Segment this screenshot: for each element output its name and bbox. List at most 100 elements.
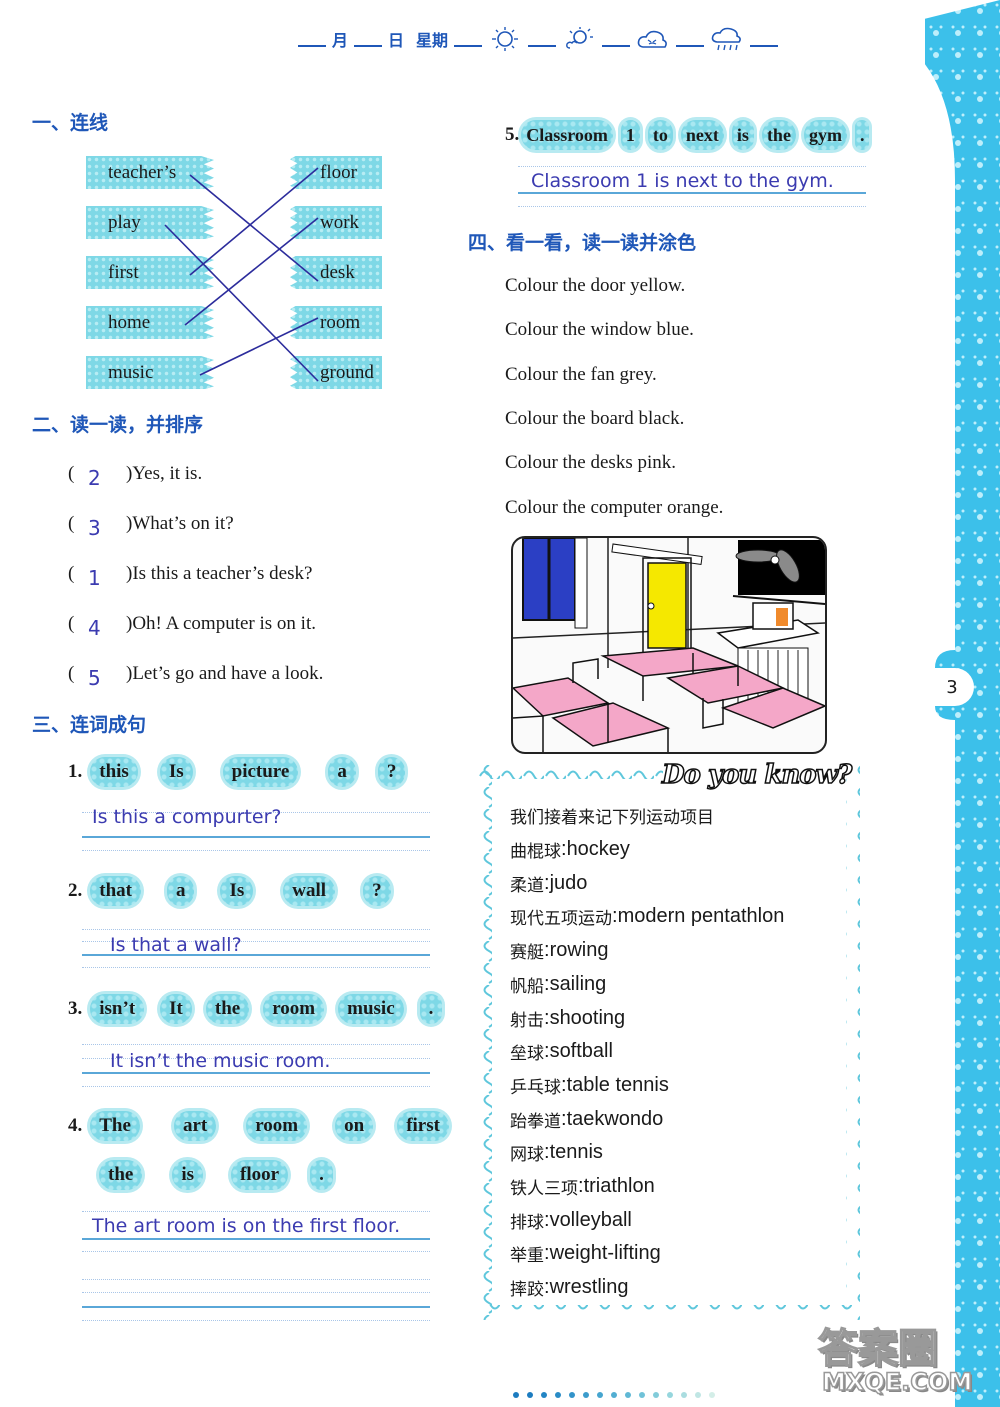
- word-cloud[interactable]: isn’t: [90, 994, 145, 1024]
- order-answer[interactable]: 3: [88, 516, 126, 540]
- word-cloud[interactable]: to: [647, 120, 673, 150]
- word-label: teacher’s: [108, 161, 177, 183]
- open-paren: (: [68, 513, 75, 534]
- english-term: modern pentathlon: [617, 905, 785, 928]
- word-cloud[interactable]: floor: [231, 1160, 289, 1190]
- question-4-words: 4. The art room on first: [68, 1111, 449, 1141]
- order-answer[interactable]: 1: [88, 566, 126, 590]
- word-cloud[interactable]: Classroom: [521, 120, 613, 150]
- weather-blank-1[interactable]: [528, 31, 557, 47]
- writing-line-dotted: [82, 1044, 430, 1045]
- matching-lines: [164, 167, 319, 382]
- match-left-word[interactable]: home: [86, 306, 214, 339]
- order-answer[interactable]: 4: [88, 616, 126, 640]
- word-cloud[interactable]: the: [99, 1160, 143, 1190]
- match-right-word[interactable]: ground: [290, 356, 382, 389]
- word-cloud[interactable]: room: [263, 994, 325, 1024]
- match-left-word[interactable]: first: [86, 256, 214, 289]
- date-weather-header: 月 日 星期: [298, 24, 779, 54]
- question-2-words: 2. that a Is wall ?: [68, 876, 391, 906]
- word-cloud[interactable]: next: [680, 120, 724, 150]
- word-cloud[interactable]: wall: [283, 876, 336, 906]
- match-right-word[interactable]: desk: [290, 256, 382, 289]
- word-cloud[interactable]: art: [173, 1111, 217, 1141]
- ordering-item: (5)Let’s go and have a look.: [68, 660, 323, 690]
- word-cloud[interactable]: the: [761, 120, 796, 150]
- word-cloud[interactable]: picture: [222, 757, 299, 787]
- colour-instruction: Colour the computer orange.: [505, 497, 724, 518]
- word-cloud[interactable]: It: [160, 994, 192, 1024]
- word-cloud[interactable]: first: [397, 1111, 449, 1141]
- answer-text[interactable]: Classroom 1 is next to the gym.: [531, 170, 834, 192]
- colour-instruction: Colour the board black.: [505, 408, 685, 429]
- question-1-words: 1. this Is picture a ?: [68, 757, 406, 787]
- month-blank[interactable]: [298, 31, 326, 47]
- sport-term: 柔道: judo: [510, 871, 587, 896]
- word-cloud[interactable]: this: [90, 757, 138, 787]
- order-answer[interactable]: 2: [88, 466, 126, 490]
- day-blank[interactable]: [354, 31, 383, 47]
- word-cloud[interactable]: on: [335, 1111, 374, 1141]
- writing-line-dotted: [518, 206, 866, 207]
- open-paren: (: [68, 563, 75, 584]
- word-cloud[interactable]: room: [246, 1111, 308, 1141]
- word-label: home: [108, 311, 151, 333]
- word-label: work: [320, 211, 360, 233]
- match-left-word[interactable]: teacher’s: [86, 156, 214, 189]
- watermark-url: MXQE.COM: [821, 1367, 973, 1397]
- order-answer[interactable]: 5: [88, 666, 126, 690]
- word-cloud[interactable]: Is: [159, 757, 193, 787]
- word-cloud[interactable]: The: [90, 1111, 140, 1141]
- sport-term: 跆拳道: taekwondo: [510, 1107, 663, 1132]
- intro-text: 我们接着来记下列运动项目: [510, 808, 714, 828]
- match-left-word[interactable]: play: [86, 206, 214, 239]
- english-term: judo: [549, 871, 588, 894]
- word-cloud[interactable]: ?: [363, 876, 391, 906]
- word-cloud[interactable]: music: [338, 994, 404, 1024]
- sport-term: 射击: shooting: [510, 1006, 625, 1031]
- chinese-term: 曲棍球: [510, 842, 561, 862]
- word-cloud[interactable]: ?: [377, 757, 406, 787]
- sport-term: 举重: weight-lifting: [510, 1241, 661, 1266]
- writing-line-solid: [82, 1072, 430, 1074]
- english-term: hockey: [566, 838, 630, 860]
- word-cloud[interactable]: the: [205, 994, 250, 1024]
- answer-text[interactable]: The art room is on the first floor.: [92, 1215, 400, 1237]
- sport-term: 网球: tennis: [510, 1140, 603, 1165]
- word-cloud[interactable]: .: [419, 994, 443, 1024]
- weather-blank-2[interactable]: [602, 31, 631, 47]
- ordering-item: (4)Oh! A computer is on it.: [68, 610, 316, 640]
- english-term: table tennis: [566, 1073, 669, 1096]
- match-right-word[interactable]: work: [290, 206, 382, 239]
- chinese-term: 乒乓球: [510, 1077, 561, 1098]
- match-right-word[interactable]: floor: [290, 156, 382, 189]
- footer-dots: [513, 1392, 715, 1398]
- word-cloud[interactable]: gym: [803, 120, 847, 150]
- chinese-term: 现代五项运动: [510, 909, 612, 930]
- word-cloud[interactable]: .: [310, 1160, 333, 1190]
- word-cloud[interactable]: a: [328, 757, 356, 787]
- word-cloud[interactable]: .: [854, 120, 870, 150]
- match-right-word[interactable]: room: [290, 306, 382, 339]
- match-left-word[interactable]: music: [86, 356, 214, 389]
- word-cloud[interactable]: 1: [620, 120, 640, 150]
- english-term: taekwondo: [566, 1107, 664, 1130]
- section-title-matching: 一、连线: [32, 112, 109, 134]
- answer-text[interactable]: Is that a wall?: [110, 934, 242, 956]
- word-label: floor: [320, 161, 357, 183]
- weather-blank-4[interactable]: [750, 31, 779, 47]
- weather-blank-3[interactable]: [676, 31, 705, 47]
- weekday-label: 星期: [416, 31, 449, 50]
- classroom-picture[interactable]: [511, 536, 827, 754]
- word-cloud[interactable]: is: [731, 120, 754, 150]
- english-term: triathlon: [583, 1175, 655, 1197]
- word-cloud[interactable]: is: [172, 1160, 204, 1190]
- answer-text[interactable]: It isn’t the music room.: [110, 1050, 330, 1072]
- word-cloud[interactable]: a: [166, 876, 195, 906]
- partly-sunny-icon: [566, 27, 594, 49]
- answer-text[interactable]: Is this a compurter?: [92, 806, 281, 828]
- weekday-blank[interactable]: [454, 31, 483, 47]
- word-cloud[interactable]: that: [90, 876, 141, 906]
- know-intro: 我们接着来记下列运动项目: [510, 803, 714, 828]
- word-cloud[interactable]: Is: [220, 876, 254, 906]
